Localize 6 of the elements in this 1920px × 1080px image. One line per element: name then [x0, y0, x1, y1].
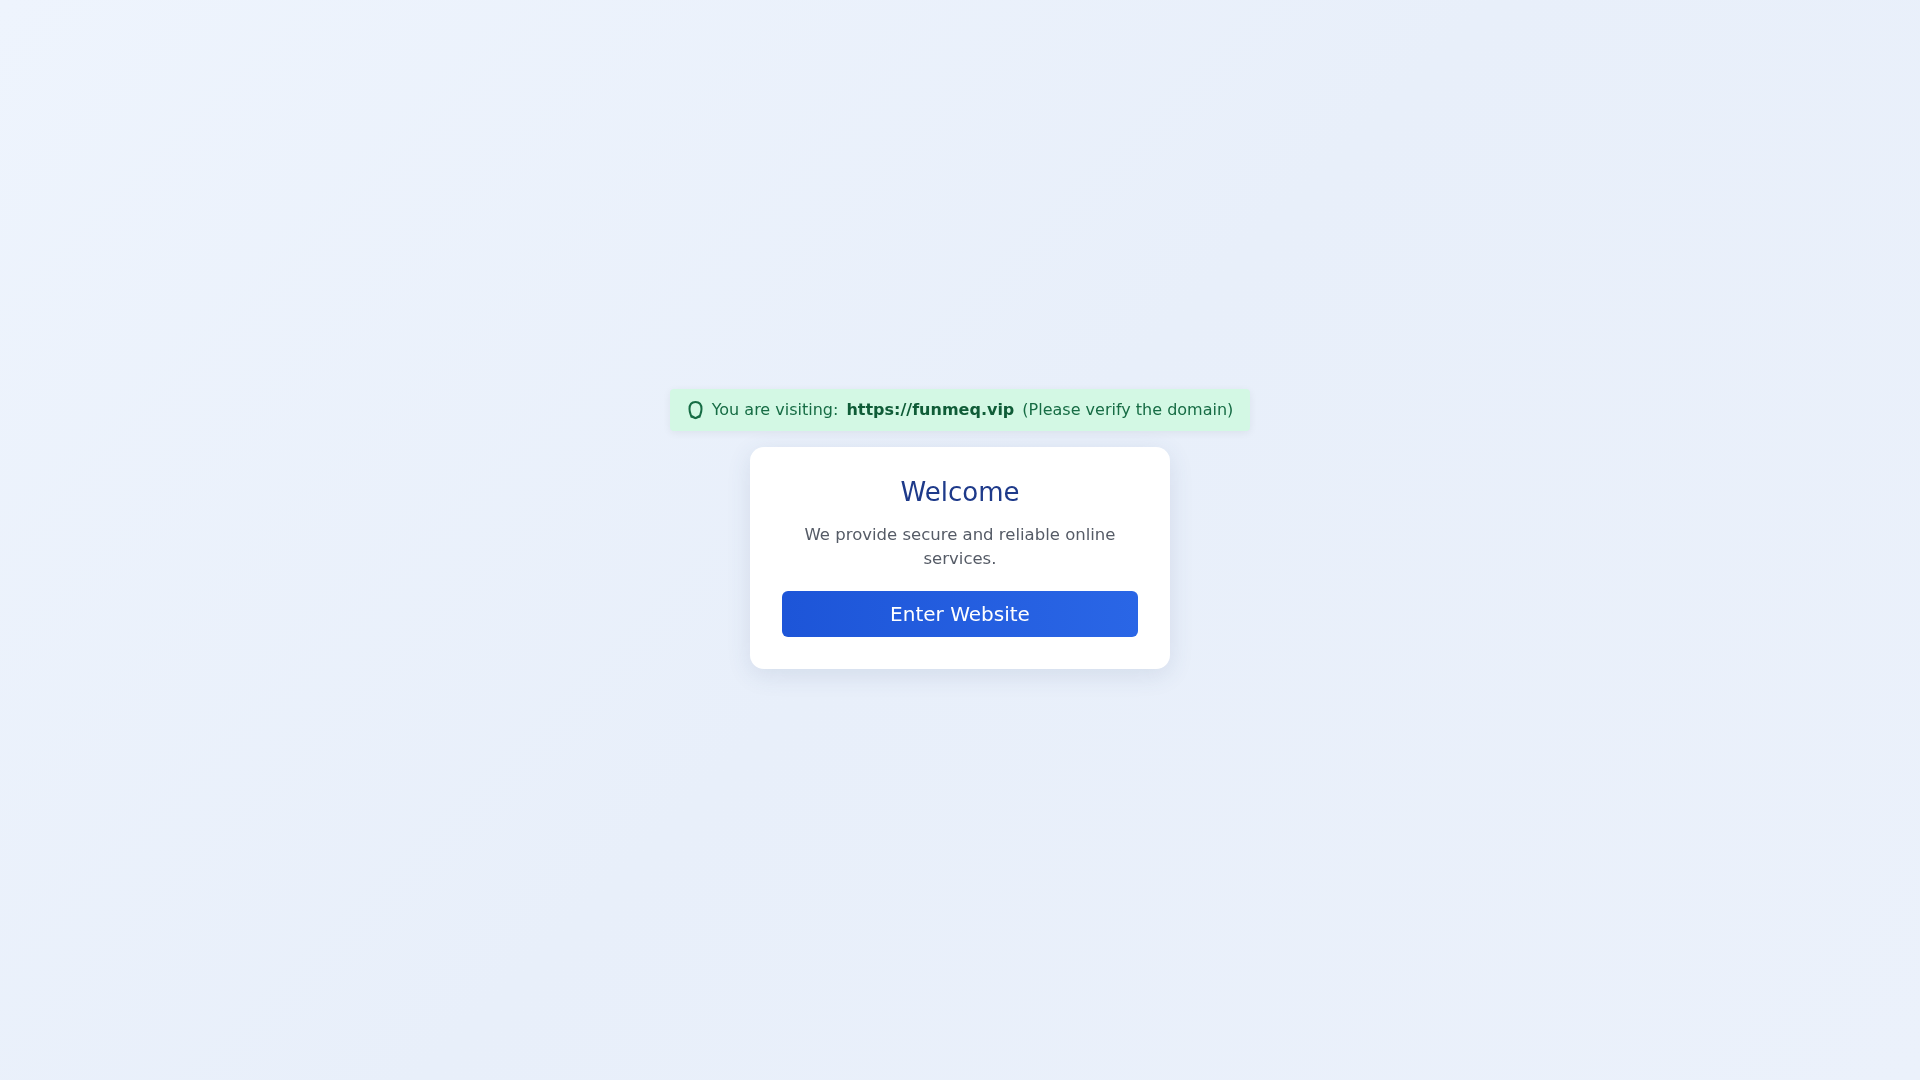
welcome-title: Welcome [899, 477, 1021, 509]
verify-note: (Please verify the domain) [1022, 399, 1234, 422]
banner-label: You are visiting: [711, 399, 839, 422]
enter-website-button[interactable]: Enter Website [782, 590, 1138, 637]
domain-text: https://funmeq.vip [846, 399, 1015, 422]
welcome-text: We provide secure and reliable online services. [803, 523, 1117, 570]
